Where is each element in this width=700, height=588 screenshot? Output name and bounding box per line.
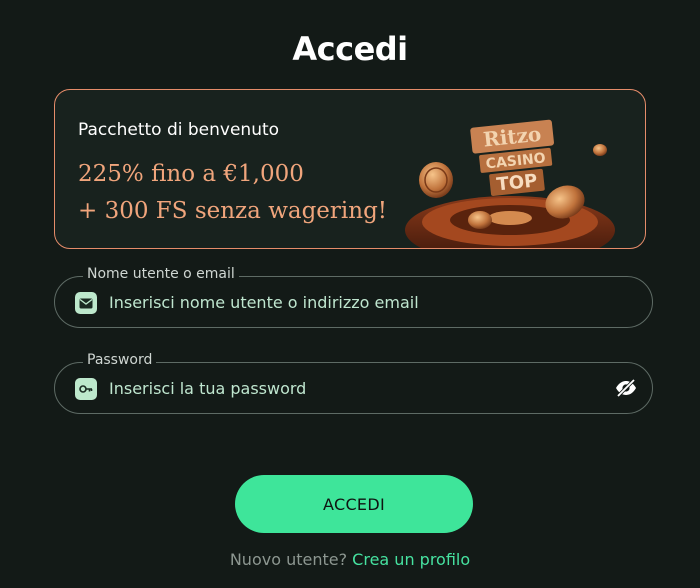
promo-heading: Pacchetto di benvenuto: [78, 120, 280, 140]
signup-prompt-text: Nuovo utente?: [229, 550, 348, 569]
casino-logo-image: Ritzo CASINO TOP: [405, 119, 615, 248]
username-field[interactable]: Nome utente o email: [54, 266, 653, 328]
login-button[interactable]: ACCEDI: [235, 475, 473, 533]
eye-slash-icon[interactable]: [614, 376, 638, 400]
password-input[interactable]: [109, 363, 589, 413]
password-field[interactable]: Password: [54, 352, 653, 414]
signup-prompt: Nuovo utente? Crea un profilo: [0, 550, 700, 569]
create-profile-link[interactable]: Crea un profilo: [352, 550, 470, 569]
welcome-promo-banner[interactable]: Pacchetto di benvenuto 225% fino a €1,00…: [54, 89, 646, 249]
page-title: Accedi: [292, 30, 408, 68]
envelope-icon: [75, 292, 97, 314]
key-icon: [75, 378, 97, 400]
username-input[interactable]: [109, 277, 589, 327]
svg-text:TOP: TOP: [496, 170, 539, 195]
promo-offer-line-2: + 300 FS senza wagering!: [78, 198, 388, 224]
promo-offer-line-1: 225% fino a €1,000: [78, 161, 304, 187]
